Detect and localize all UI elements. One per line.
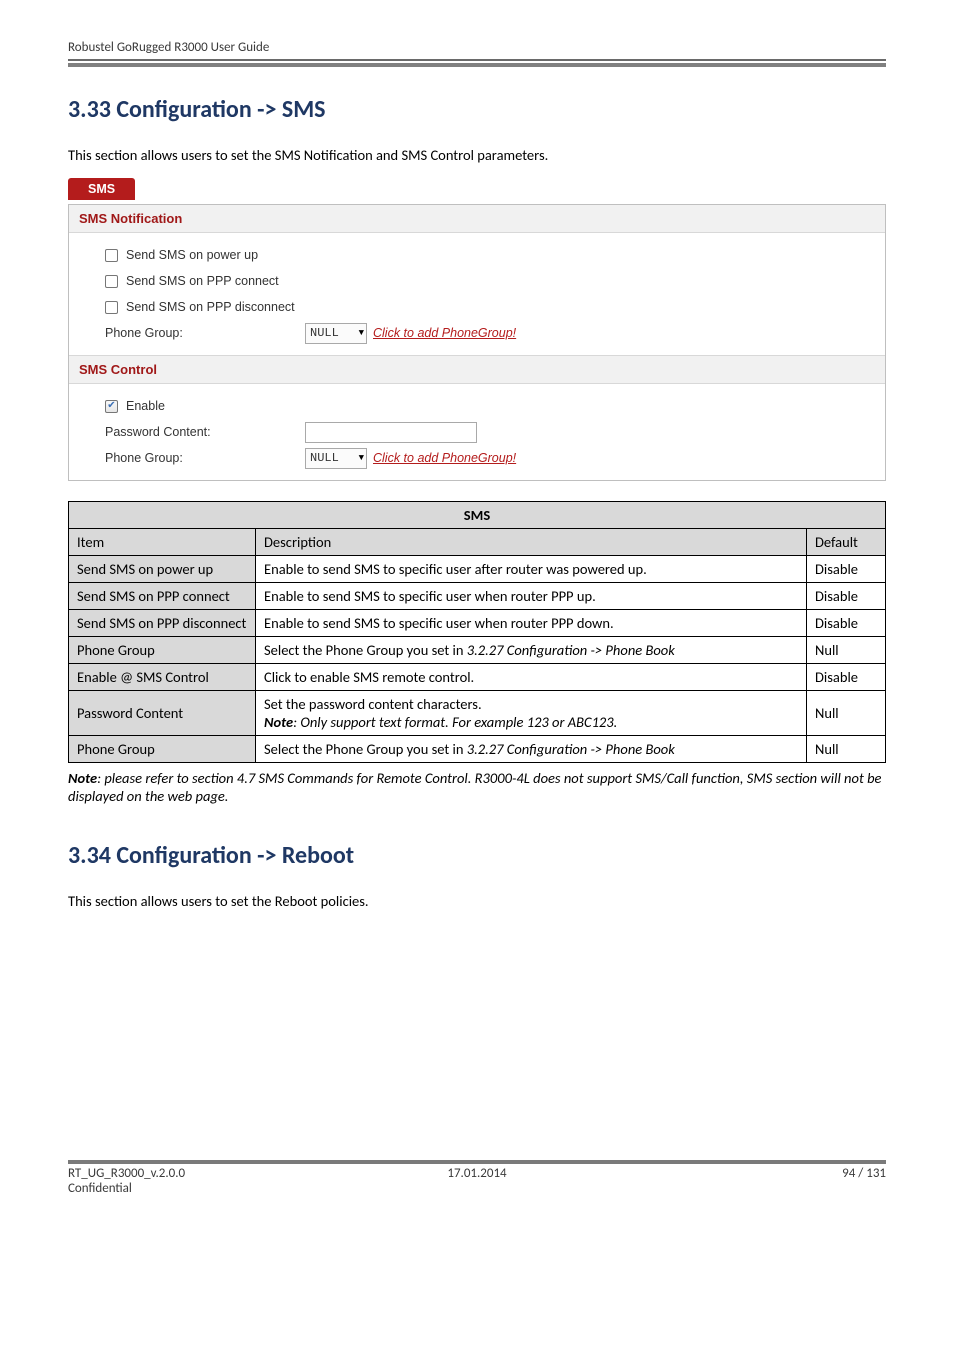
col-item: Item xyxy=(69,529,256,556)
text-italic: : Only support text format. For example … xyxy=(293,713,617,731)
label-ppp-disconnect: Send SMS on PPP disconnect xyxy=(126,300,295,314)
label-password-content: Password Content: xyxy=(83,425,305,439)
table-row: Phone Group xyxy=(69,637,256,664)
note-bold: Note xyxy=(68,769,97,787)
table-row: Phone Group xyxy=(69,736,256,763)
footer-rule xyxy=(68,1160,886,1164)
header-rule xyxy=(68,63,886,67)
checkbox-power-up[interactable] xyxy=(105,249,118,262)
table-cell: Enable to send SMS to specific user when… xyxy=(256,583,807,610)
table-cell: Select the Phone Group you set in 3.2.27… xyxy=(256,637,807,664)
table-row: Enable @ SMS Control xyxy=(69,664,256,691)
intro-3-34: This section allows users to set the Reb… xyxy=(68,892,886,910)
table-cell: Select the Phone Group you set in 3.2.27… xyxy=(256,736,807,763)
col-default: Default xyxy=(807,529,886,556)
heading-3-34: 3.34 Configuration -> Reboot xyxy=(68,841,886,870)
table-cell: Disable xyxy=(807,610,886,637)
chevron-down-icon: ▼ xyxy=(359,453,364,463)
intro-3-33: This section allows users to set the SMS… xyxy=(68,146,886,164)
page-footer: RT_UG_R3000_v.2.0.0 Confidential 17.01.2… xyxy=(68,1160,886,1196)
table-cell: Enable to send SMS to specific user afte… xyxy=(256,556,807,583)
note-3-33: Note: please refer to section 4.7 SMS Co… xyxy=(68,769,886,805)
note-text: : please refer to section 4.7 SMS Comman… xyxy=(68,769,881,805)
table-cell: Disable xyxy=(807,583,886,610)
select-value-ctrl: NULL xyxy=(310,451,339,465)
text: Select the Phone Group you set in xyxy=(264,740,467,758)
table-cell: Null xyxy=(807,637,886,664)
text: Set the password content characters. xyxy=(264,695,798,713)
table-row: Password Content xyxy=(69,691,256,736)
checkbox-ppp-disconnect[interactable] xyxy=(105,301,118,314)
table-cell: Enable to send SMS to specific user when… xyxy=(256,610,807,637)
footer-left-1: RT_UG_R3000_v.2.0.0 xyxy=(68,1166,341,1181)
table-row: Send SMS on PPP disconnect xyxy=(69,610,256,637)
footer-center: 17.01.2014 xyxy=(341,1166,614,1196)
section-sms-control: SMS Control xyxy=(69,355,885,384)
label-phone-group-notif: Phone Group: xyxy=(83,326,305,340)
table-cell: Disable xyxy=(807,664,886,691)
link-add-phonegroup-ctrl[interactable]: Click to add PhoneGroup! xyxy=(373,451,516,465)
table-row: Send SMS on power up xyxy=(69,556,256,583)
select-phone-group-ctrl[interactable]: NULL ▼ xyxy=(305,448,367,469)
sms-config-panel: SMS SMS Notification Send SMS on power u… xyxy=(68,178,886,481)
table-cell: Set the password content characters. Not… xyxy=(256,691,807,736)
input-password-content[interactable] xyxy=(305,422,477,443)
table-title: SMS xyxy=(69,502,886,529)
table-cell: Disable xyxy=(807,556,886,583)
select-value-notif: NULL xyxy=(310,326,339,340)
sms-description-table: SMS Item Description Default Send SMS on… xyxy=(68,501,886,763)
text-italic: 3.2.27 Configuration -> Phone Book xyxy=(467,641,675,659)
text-bold: Note xyxy=(264,713,293,731)
footer-left-2: Confidential xyxy=(68,1181,341,1196)
label-power-up: Send SMS on power up xyxy=(126,248,258,262)
text-italic: 3.2.27 Configuration -> Phone Book xyxy=(467,740,675,758)
table-cell: Click to enable SMS remote control. xyxy=(256,664,807,691)
text: Select the Phone Group you set in xyxy=(264,641,467,659)
label-ppp-connect: Send SMS on PPP connect xyxy=(126,274,279,288)
link-add-phonegroup-notif[interactable]: Click to add PhoneGroup! xyxy=(373,326,516,340)
select-phone-group-notif[interactable]: NULL ▼ xyxy=(305,323,367,344)
footer-right: 94 / 131 xyxy=(613,1166,886,1196)
header-rule-thin xyxy=(68,59,886,61)
label-phone-group-ctrl: Phone Group: xyxy=(83,451,305,465)
checkbox-enable[interactable] xyxy=(105,400,118,413)
col-desc: Description xyxy=(256,529,807,556)
checkbox-ppp-connect[interactable] xyxy=(105,275,118,288)
tab-sms[interactable]: SMS xyxy=(68,178,135,200)
table-cell: Null xyxy=(807,736,886,763)
table-row: Send SMS on PPP connect xyxy=(69,583,256,610)
chevron-down-icon: ▼ xyxy=(359,328,364,338)
heading-3-33: 3.33 Configuration -> SMS xyxy=(68,95,886,124)
running-header: Robustel GoRugged R3000 User Guide xyxy=(68,40,886,59)
label-enable: Enable xyxy=(126,399,165,413)
section-sms-notification: SMS Notification xyxy=(69,205,885,233)
table-cell: Null xyxy=(807,691,886,736)
